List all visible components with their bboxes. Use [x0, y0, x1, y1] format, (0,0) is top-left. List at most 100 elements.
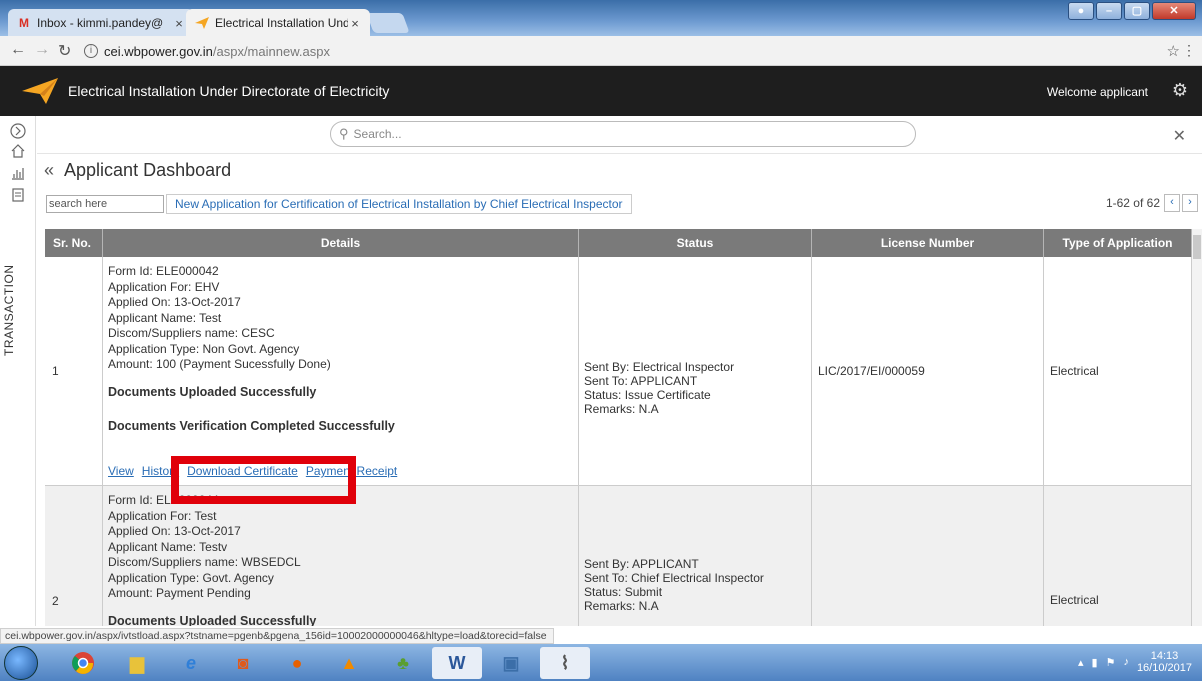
detail-line: Amount: Payment Pending: [108, 586, 251, 600]
windows-start-button[interactable]: [4, 646, 38, 680]
new-tab-button[interactable]: [366, 13, 410, 33]
more-menu-icon[interactable]: ⋮: [1182, 42, 1196, 59]
system-tray: ▴ ▮ ⚑ ♪ 14:13 16/10/2017: [1078, 650, 1192, 674]
detail-line: Discom/Suppliers name: CESC: [108, 326, 275, 340]
info-icon[interactable]: i: [84, 44, 98, 58]
cell-type: Electrical: [1044, 257, 1192, 485]
paper-plane-logo-icon: [22, 78, 58, 107]
detail-line: Applied On: 13-Oct-2017: [108, 295, 241, 309]
forward-arrow-icon[interactable]: →: [34, 41, 50, 59]
status-line: Remarks: N.A: [584, 402, 659, 416]
clock-time: 14:13: [1150, 650, 1179, 662]
detail-line: Application For: Test: [108, 508, 217, 523]
clock[interactable]: 14:13 16/10/2017: [1137, 650, 1192, 674]
left-sidebar: TRANSACTION: [0, 116, 36, 626]
chrome-icon[interactable]: [58, 647, 108, 679]
close-icon[interactable]: ×: [172, 16, 186, 31]
column-header-details[interactable]: Details: [103, 229, 579, 257]
page-title: « Applicant Dashboard: [44, 160, 231, 181]
tab-title: Inbox - kimmi.pandey@: [37, 16, 164, 30]
column-header-license-number[interactable]: License Number: [812, 229, 1044, 257]
network-icon[interactable]: ▮: [1092, 656, 1098, 669]
documents-verified-text: Documents Verification Completed Success…: [108, 419, 395, 433]
close-icon[interactable]: ✕: [1173, 126, 1186, 146]
detail-line: Application Type: Non Govt. Agency: [108, 341, 300, 356]
app-icon[interactable]: ♣: [378, 647, 428, 679]
cell-sr-no: 2: [45, 486, 103, 626]
transaction-label[interactable]: TRANSACTION: [2, 236, 16, 356]
vertical-scrollbar[interactable]: [1192, 229, 1202, 626]
cell-license-number: LIC/2017/EI/000059: [812, 257, 1044, 485]
cell-sr-no: 1: [45, 257, 103, 485]
column-header-sr-no[interactable]: Sr. No.: [45, 229, 103, 257]
pagination-range: 1-62 of 62: [1105, 196, 1160, 210]
cell-status: Sent By: Electrical Inspector Sent To: A…: [579, 257, 812, 485]
chart-icon[interactable]: [9, 164, 27, 182]
scrollbar-thumb[interactable]: [1193, 235, 1201, 259]
cell-license-number: [812, 486, 1044, 626]
table-search-input[interactable]: [46, 195, 164, 213]
detail-line: Application Type: Govt. Agency: [108, 570, 274, 585]
document-icon[interactable]: [9, 186, 27, 204]
table-header: Sr. No. Details Status License Number Ty…: [45, 229, 1192, 257]
detail-line: Amount: 100 (Payment Sucessfully Done): [108, 357, 331, 371]
window-close-button[interactable]: ✕: [1152, 2, 1196, 20]
browser-tabstrip: M Inbox - kimmi.pandey@ × Electrical Ins…: [0, 0, 1202, 37]
column-header-type[interactable]: Type of Application: [1044, 229, 1192, 257]
tab-electrical-installation[interactable]: Electrical Installation Und ×: [186, 9, 370, 37]
status-line: Sent To: Chief Electrical Inspector: [584, 571, 764, 585]
cell-details: Form Id: ELE000042 Application For: EHV …: [103, 257, 579, 485]
double-chevron-left-icon[interactable]: «: [44, 160, 54, 181]
show-hidden-icons-icon[interactable]: ▴: [1078, 656, 1084, 669]
maximize-button[interactable]: ▢: [1124, 2, 1150, 20]
office-icon[interactable]: ◙: [218, 647, 268, 679]
close-icon[interactable]: ×: [348, 16, 362, 31]
table-row: 1 Form Id: ELE000042 Application For: EH…: [45, 257, 1192, 486]
next-page-icon[interactable]: ›: [1182, 194, 1198, 212]
volume-icon[interactable]: ♪: [1123, 656, 1129, 668]
url-field[interactable]: i cei.wbpower.gov.in/aspx/mainnew.aspx: [84, 39, 1180, 63]
search-row: ⚲ Search... ✕: [37, 116, 1202, 154]
internet-explorer-icon[interactable]: e: [166, 647, 216, 679]
paper-plane-icon: [194, 16, 210, 30]
address-bar: ← → ↻ i cei.wbpower.gov.in/aspx/mainnew.…: [0, 36, 1202, 66]
gear-icon[interactable]: ⚙: [1172, 80, 1188, 101]
detail-line: Applied On: 13-Oct-2017: [108, 524, 241, 538]
expand-icon[interactable]: [9, 122, 27, 140]
gmail-icon: M: [19, 16, 29, 30]
highlight-annotation-box: [171, 456, 356, 504]
bookmark-star-icon[interactable]: ☆: [1167, 42, 1180, 60]
back-arrow-icon[interactable]: ←: [10, 41, 26, 59]
applications-table: Sr. No. Details Status License Number Ty…: [45, 229, 1192, 626]
url-host: cei.wbpower.gov.in: [104, 43, 213, 59]
new-application-button[interactable]: New Application for Certification of Ele…: [166, 194, 632, 214]
window-controls: ● – ▢ ✕: [1068, 2, 1196, 20]
link-status-url: cei.wbpower.gov.in/aspx/ivtstload.aspx?t…: [0, 628, 554, 644]
global-search-input[interactable]: ⚲ Search...: [330, 121, 916, 147]
reload-icon[interactable]: ↻: [58, 41, 71, 61]
flag-icon[interactable]: ⚑: [1106, 656, 1116, 669]
detail-line: Form Id: ELE000042: [108, 264, 219, 278]
firefox-icon[interactable]: ●: [272, 647, 322, 679]
pagination: 1-62 of 62 ‹ ›: [1106, 194, 1198, 212]
documents-uploaded-text: Documents Uploaded Successfully: [108, 384, 317, 399]
file-explorer-icon[interactable]: ▆: [112, 647, 162, 679]
url-path: /aspx/mainnew.aspx: [212, 43, 330, 59]
generic-app-icon[interactable]: ▣: [486, 647, 536, 679]
home-icon[interactable]: [9, 142, 27, 160]
documents-uploaded-text: Documents Uploaded Successfully: [108, 613, 317, 627]
search-placeholder: Search...: [353, 127, 402, 141]
prev-page-icon[interactable]: ‹: [1164, 194, 1180, 212]
paint-icon[interactable]: ⌇: [540, 647, 590, 679]
tab-inbox[interactable]: M Inbox - kimmi.pandey@ ×: [8, 9, 194, 37]
status-line: Remarks: N.A: [584, 599, 659, 613]
minimize-button[interactable]: –: [1096, 2, 1122, 20]
vlc-icon[interactable]: ▲: [324, 647, 374, 679]
column-header-status[interactable]: Status: [579, 229, 812, 257]
user-icon[interactable]: ●: [1068, 2, 1094, 20]
view-link[interactable]: View: [108, 464, 134, 480]
detail-line: Application For: EHV: [108, 279, 220, 294]
page-title-text: Applicant Dashboard: [64, 160, 232, 180]
word-icon[interactable]: W: [432, 647, 482, 679]
detail-line: Discom/Suppliers name: WBSEDCL: [108, 555, 301, 569]
